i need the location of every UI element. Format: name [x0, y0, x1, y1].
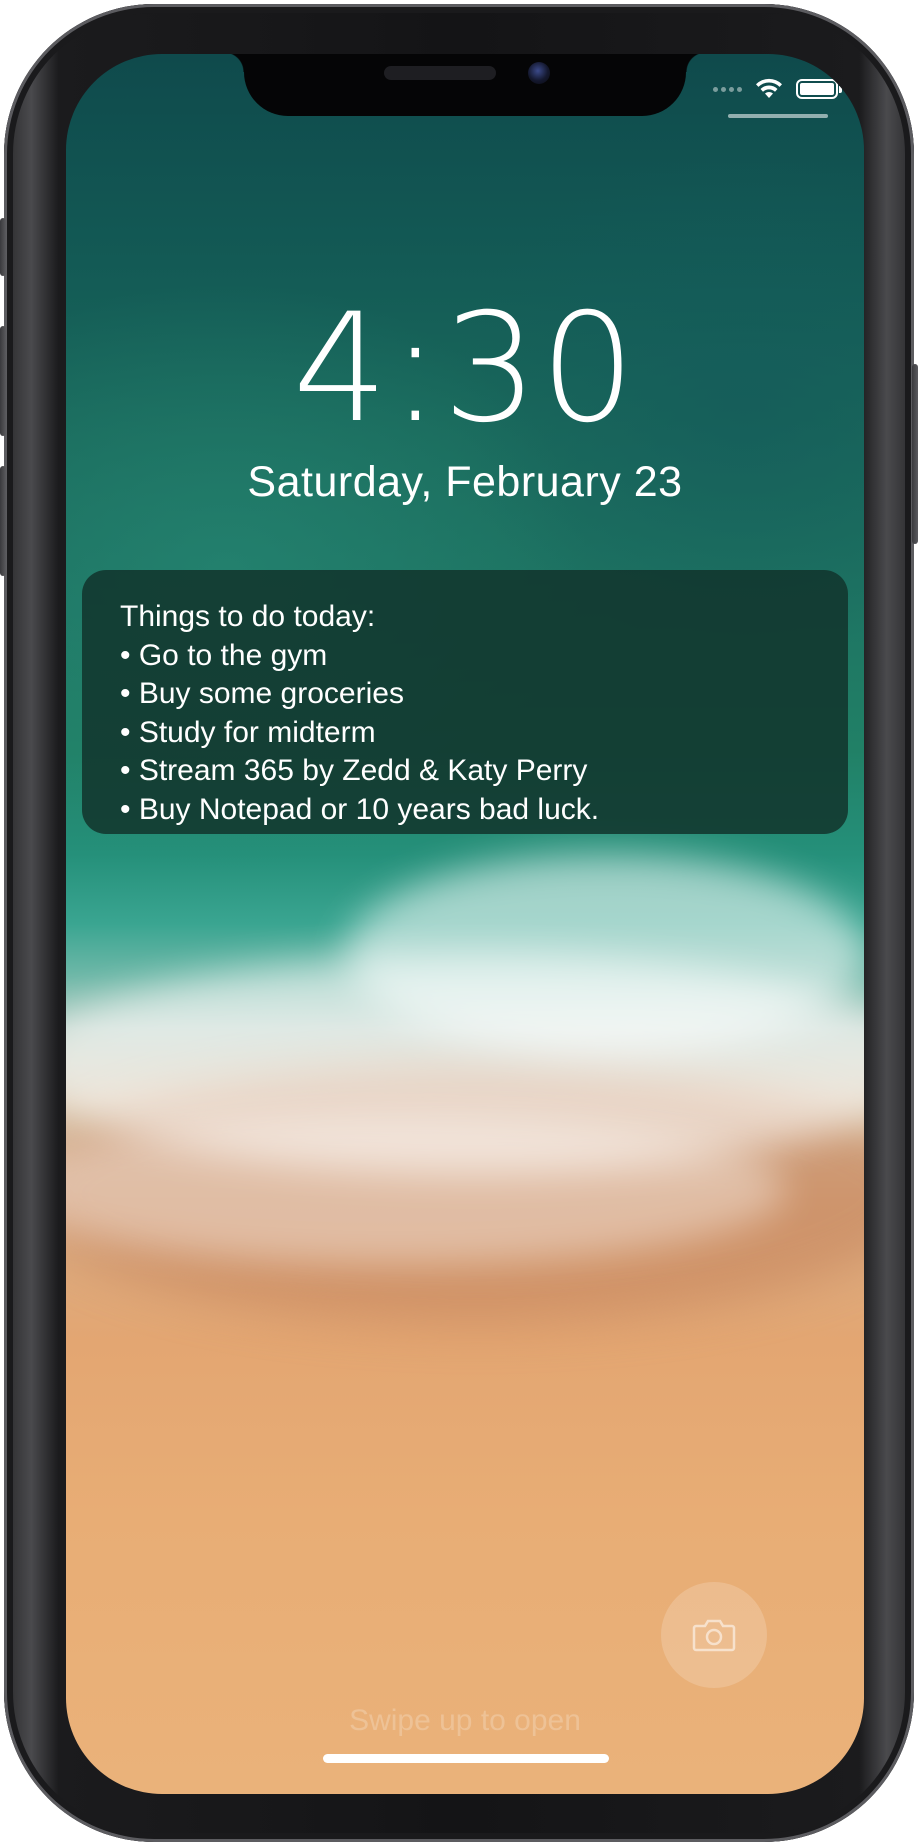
volume-up-button — [0, 326, 6, 436]
todo-item: • Buy Notepad or 10 years bad luck. — [120, 792, 600, 826]
lock-screen: 4:30 Saturday, February 23 Things to do … — [66, 54, 864, 1794]
front-camera — [528, 62, 550, 84]
notification-title: Things to do today: — [120, 600, 376, 633]
status-bar — [713, 78, 842, 100]
silent-switch — [0, 218, 6, 276]
volume-down-button — [0, 466, 6, 576]
camera-icon — [692, 1619, 736, 1652]
lock-screen-date: Saturday, February 23 — [247, 458, 683, 506]
control-center-indicator[interactable] — [728, 114, 828, 118]
earpiece-speaker — [384, 66, 496, 80]
todo-item: • Buy some groceries — [120, 677, 404, 710]
todo-item: • Study for midterm — [120, 715, 376, 749]
camera-shortcut-button[interactable] — [661, 1582, 767, 1688]
notch — [224, 54, 706, 116]
battery-fill — [800, 83, 834, 95]
cellular-signal-icon — [713, 86, 742, 92]
swipe-up-hint: Swipe up to open — [349, 1704, 581, 1737]
todo-item: • Go to the gym — [120, 638, 328, 672]
side-power-button — [912, 364, 918, 544]
notification-card[interactable]: Things to do today: • Go to the gym • Bu… — [82, 570, 848, 834]
iphone-device-frame: 4:30 Saturday, February 23 Things to do … — [0, 4, 918, 1842]
battery-icon — [796, 79, 842, 99]
home-indicator[interactable] — [323, 1754, 609, 1763]
wifi-icon — [756, 78, 782, 98]
todo-item: • Stream 365 by Zedd & Katy Perry — [120, 754, 588, 787]
lock-screen-time: 4:30 — [292, 282, 638, 456]
